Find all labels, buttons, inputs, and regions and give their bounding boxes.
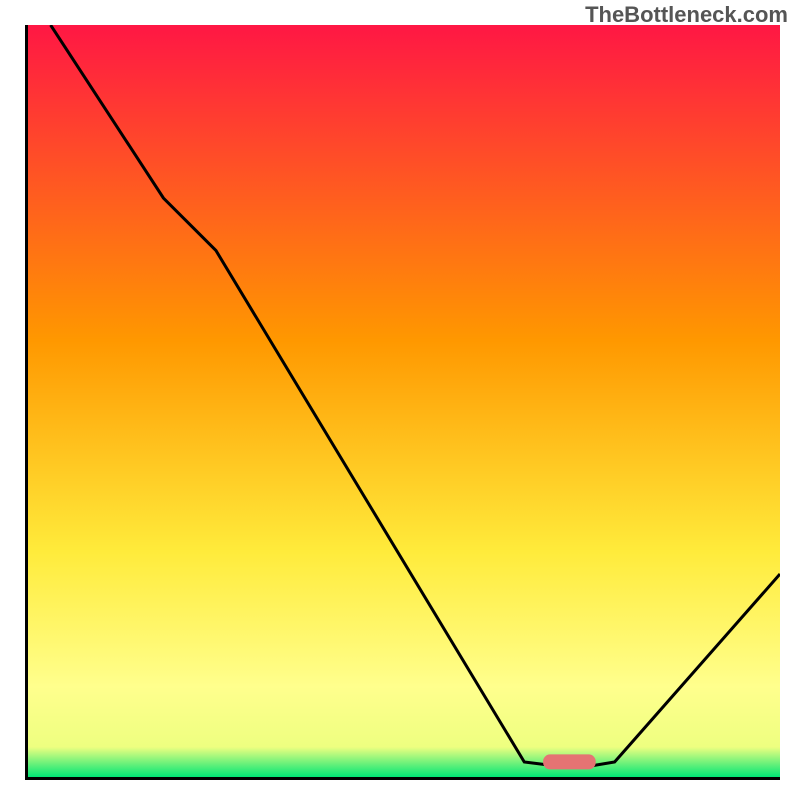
chart-container: TheBottleneck.com	[0, 0, 800, 800]
watermark-text: TheBottleneck.com	[585, 2, 788, 28]
chart-plot-area	[25, 25, 780, 780]
chart-svg	[28, 25, 780, 777]
marker-pill	[543, 754, 596, 769]
gradient-background	[28, 25, 780, 777]
